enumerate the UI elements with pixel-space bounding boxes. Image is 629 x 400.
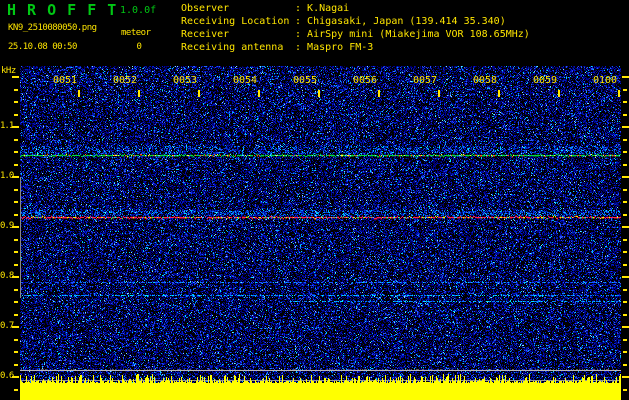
freq-major-tick-right xyxy=(622,126,629,128)
freq-minor-tick-left xyxy=(14,338,18,341)
time-tick-label: 0055 xyxy=(292,75,318,86)
time-tick xyxy=(258,90,260,97)
freq-minor-tick-left xyxy=(14,301,18,303)
output-filename: KN9_2510080050.png xyxy=(8,23,97,33)
time-tick-label: 0052 xyxy=(112,75,138,86)
freq-minor-tick-left xyxy=(14,163,18,166)
freq-minor-tick-right xyxy=(623,101,627,103)
time-tick-label: 0051 xyxy=(52,75,78,86)
freq-minor-tick-left xyxy=(14,188,18,191)
freq-major-tick-right xyxy=(622,276,629,278)
freq-minor-tick-right xyxy=(623,213,627,216)
freq-minor-tick-left xyxy=(14,88,18,91)
time-tick-label: 0053 xyxy=(172,75,198,86)
freq-minor-tick-left xyxy=(14,351,18,353)
freq-minor-tick-right xyxy=(623,201,627,203)
freq-minor-tick-right xyxy=(623,151,627,153)
time-tick-label: 0057 xyxy=(412,75,438,86)
freq-minor-tick-right xyxy=(623,351,627,353)
record-datetime: 25.10.08 00:50 xyxy=(8,42,77,52)
info-label: Receiver xyxy=(181,29,230,40)
observer-info-table: Observer: K.Nagai Receiving Location: Chi… xyxy=(181,3,530,55)
freq-minor-tick-right xyxy=(623,163,627,166)
time-tick xyxy=(198,90,200,97)
freq-major-tick-right xyxy=(622,326,629,328)
freq-minor-tick-right xyxy=(623,363,627,366)
freq-minor-tick-right xyxy=(623,388,627,391)
time-tick-label: 0056 xyxy=(352,75,378,86)
info-value: K.Nagai xyxy=(307,3,350,14)
app-title: H R O F F T xyxy=(7,1,118,19)
time-tick xyxy=(138,90,140,97)
freq-minor-tick-left xyxy=(14,113,18,116)
freq-minor-tick-right xyxy=(623,338,627,341)
time-tick-label: 0058 xyxy=(472,75,498,86)
info-row: Receiving Location: Chigasaki, Japan (13… xyxy=(181,16,530,29)
info-label: Receiving antenna xyxy=(181,42,284,53)
freq-minor-tick-left xyxy=(14,201,18,203)
info-row: Observer: K.Nagai xyxy=(181,3,530,16)
hrofft-screen: H R O F F T 1.0.0f KN9_2510080050.png me… xyxy=(0,0,629,400)
freq-minor-tick-left xyxy=(14,388,18,391)
freq-minor-tick-right xyxy=(623,113,627,116)
freq-minor-tick-left xyxy=(14,288,18,291)
time-tick-label: 0054 xyxy=(232,75,258,86)
time-tick xyxy=(618,90,620,97)
freq-major-tick-left xyxy=(12,376,19,378)
freq-major-tick-left xyxy=(12,126,19,128)
time-tick xyxy=(558,90,560,97)
info-row: Receiving antenna: Maspro FM-3 xyxy=(181,42,530,55)
time-tick-label: 0100 xyxy=(592,75,618,86)
freq-major-tick-right xyxy=(622,376,629,378)
freq-minor-tick-left xyxy=(14,101,18,103)
info-value: Chigasaki, Japan (139.414 35.340) xyxy=(307,16,506,27)
freq-minor-tick-right xyxy=(623,138,627,141)
freq-minor-tick-right xyxy=(623,188,627,191)
freq-minor-tick-right xyxy=(623,301,627,303)
info-label: Receiving Location xyxy=(181,16,290,27)
time-tick xyxy=(498,90,500,97)
freq-major-tick-right xyxy=(622,76,629,78)
info-separator: : xyxy=(295,42,308,53)
freq-minor-tick-right xyxy=(623,238,627,241)
spectrogram-canvas xyxy=(0,0,629,400)
meteor-count-label: meteor xyxy=(121,28,151,38)
info-value: Maspro FM-3 xyxy=(307,42,374,53)
time-tick xyxy=(378,90,380,97)
freq-major-tick-right xyxy=(622,226,629,228)
info-value: AirSpy mini (Miakejima VOR 108.65MHz) xyxy=(307,29,530,40)
freq-minor-tick-left xyxy=(14,238,18,241)
info-separator: : xyxy=(295,3,308,14)
freq-minor-tick-left xyxy=(14,263,18,266)
freq-major-tick-left xyxy=(12,176,19,178)
freq-minor-tick-left xyxy=(14,251,18,253)
freq-minor-tick-right xyxy=(623,313,627,316)
app-version: 1.0.0f xyxy=(120,5,157,16)
freq-minor-tick-left xyxy=(14,363,18,366)
info-separator: : xyxy=(295,29,308,40)
freq-axis-unit: kHz xyxy=(1,66,16,76)
info-row: Receiver: AirSpy mini (Miakejima VOR 108… xyxy=(181,29,530,42)
freq-minor-tick-left xyxy=(14,313,18,316)
time-tick-label: 0059 xyxy=(532,75,558,86)
freq-major-tick-left xyxy=(12,276,19,278)
freq-major-tick-left xyxy=(12,226,19,228)
meteor-count-value: 0 xyxy=(136,42,142,52)
freq-major-tick-left xyxy=(12,326,19,328)
freq-major-tick-right xyxy=(622,176,629,178)
info-separator: : xyxy=(295,16,308,27)
freq-minor-tick-left xyxy=(14,138,18,141)
freq-minor-tick-left xyxy=(14,151,18,153)
time-tick xyxy=(438,90,440,97)
info-label: Observer xyxy=(181,3,230,14)
freq-minor-tick-right xyxy=(623,251,627,253)
time-tick xyxy=(78,90,80,97)
time-tick xyxy=(318,90,320,97)
freq-minor-tick-right xyxy=(623,88,627,91)
freq-minor-tick-right xyxy=(623,263,627,266)
freq-minor-tick-left xyxy=(14,213,18,216)
freq-minor-tick-right xyxy=(623,288,627,291)
freq-major-tick-left xyxy=(12,76,19,78)
